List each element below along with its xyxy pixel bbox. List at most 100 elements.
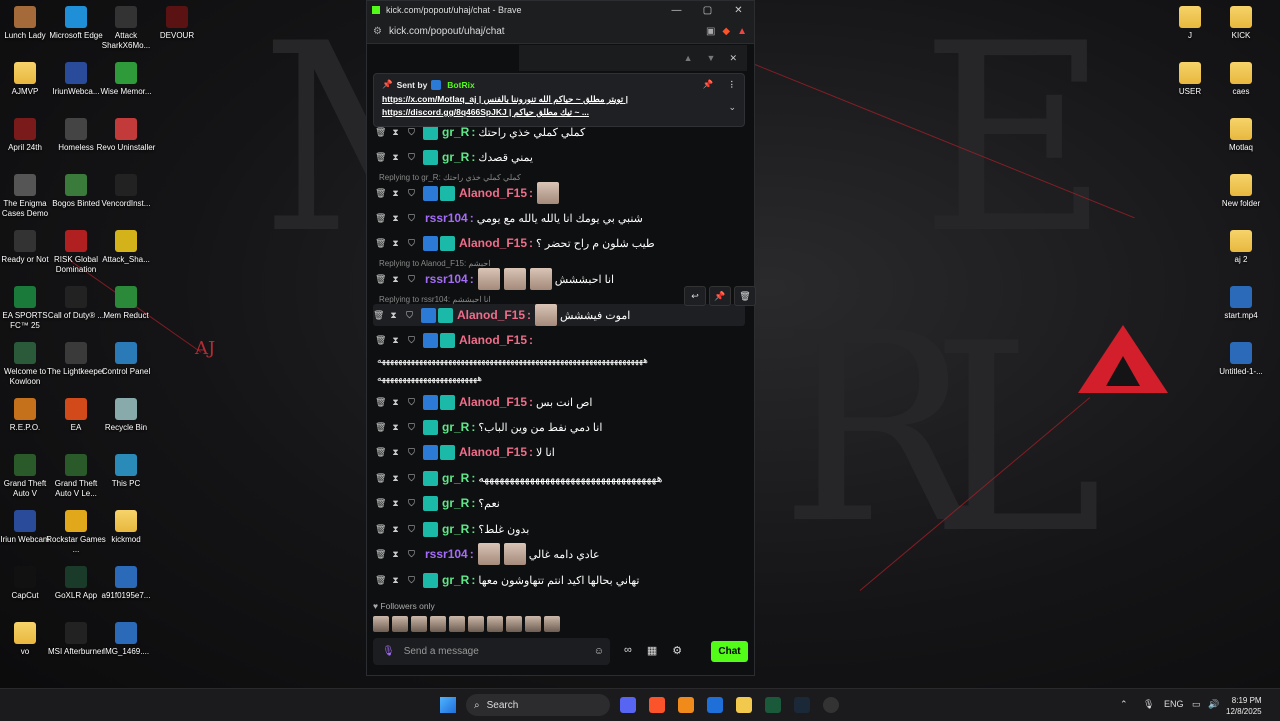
- chat-username[interactable]: gr_R: [442, 496, 469, 510]
- trash-icon[interactable]: 🗑: [375, 498, 386, 508]
- timeout-icon[interactable]: ⧗: [391, 397, 400, 407]
- close-button[interactable]: ✕: [723, 5, 754, 16]
- gift-icon[interactable]: ▦: [647, 644, 657, 657]
- timeout-icon[interactable]: ⧗: [391, 549, 400, 559]
- trash-icon[interactable]: 🗑: [375, 127, 386, 137]
- chat-username[interactable]: gr_R: [442, 150, 469, 164]
- timeout-icon[interactable]: ⧗: [391, 422, 400, 432]
- shield-icon[interactable]: ⛉: [407, 188, 416, 198]
- chevron-down-icon[interactable]: ⌄: [728, 102, 736, 113]
- emoji-icon[interactable]: ☺: [594, 646, 604, 657]
- unpin-icon[interactable]: 📌: [703, 79, 714, 90]
- desktop-icon[interactable]: Untitled-1-...: [1211, 342, 1271, 377]
- site-settings-icon[interactable]: ⚙: [373, 26, 382, 37]
- chat-username[interactable]: Alanod_F15: [459, 333, 527, 347]
- tray-chevron-icon[interactable]: ⌃: [1120, 699, 1128, 710]
- emote-icon[interactable]: [506, 616, 522, 632]
- volume-icon[interactable]: 🔊: [1208, 699, 1219, 710]
- desktop-icon[interactable]: Attack_Sha...: [96, 230, 156, 265]
- timeout-icon[interactable]: ⧗: [391, 524, 400, 534]
- emote-icon[interactable]: [487, 616, 503, 632]
- emote-icon[interactable]: [430, 616, 446, 632]
- timeout-icon[interactable]: ⧗: [391, 575, 400, 585]
- chat-message[interactable]: 🗑 ⧗ ⛉ rssr104: شنبي بي يومك انا يالله يالله …: [375, 207, 745, 229]
- shield-icon[interactable]: ⛉: [407, 213, 416, 223]
- goxlr-icon[interactable]: [765, 697, 781, 713]
- desktop-icon[interactable]: Motlaq: [1211, 118, 1271, 153]
- desktop-icon[interactable]: VencordInst...: [96, 174, 156, 209]
- pinned-message[interactable]: 📌 Sent by BotRix 📌 ⋮ https://x.com/Motla…: [373, 73, 745, 127]
- shield-icon[interactable]: ⛉: [407, 575, 416, 585]
- reply-icon[interactable]: ↩: [684, 286, 706, 306]
- desktop-icon[interactable]: IMG_1469....: [96, 622, 156, 657]
- orange-app-icon[interactable]: [678, 697, 694, 713]
- shield-icon[interactable]: ⛉: [407, 335, 416, 345]
- shield-icon[interactable]: ⛉: [407, 549, 416, 559]
- trash-icon[interactable]: 🗑: [375, 274, 386, 284]
- taskbar-search[interactable]: ⌕ Search: [466, 694, 610, 716]
- timeout-icon[interactable]: ⧗: [389, 310, 398, 320]
- timeout-icon[interactable]: ⧗: [391, 152, 400, 162]
- outlook-icon[interactable]: [707, 697, 723, 713]
- chat-username[interactable]: gr_R: [442, 125, 469, 139]
- desktop-icon[interactable]: caes: [1211, 62, 1271, 97]
- timeout-icon[interactable]: ⧗: [391, 213, 400, 223]
- trash-icon[interactable]: 🗑: [375, 152, 386, 162]
- chat-username[interactable]: Alanod_F15: [459, 395, 527, 409]
- chat-message[interactable]: 🗑 ⧗ ⛉ Alanod_F15: اموت فيششش: [373, 304, 745, 326]
- timeout-icon[interactable]: ⧗: [391, 238, 400, 248]
- chat-username[interactable]: gr_R: [442, 522, 469, 536]
- emote-icon[interactable]: [392, 616, 408, 632]
- trash-icon[interactable]: 🗑: [375, 213, 386, 223]
- emote-icon[interactable]: [373, 616, 389, 632]
- chat-message[interactable]: 🗑 ⧗ ⛉ Alanod_F15:: [375, 182, 745, 204]
- delete-icon[interactable]: 🗑: [734, 286, 756, 306]
- windows-start-icon[interactable]: [440, 697, 456, 713]
- desktop-icon[interactable]: New folder: [1211, 174, 1271, 209]
- desktop-icon[interactable]: DEVOUR: [147, 6, 207, 41]
- minimize-button[interactable]: —: [661, 5, 692, 16]
- network-icon[interactable]: ▭: [1192, 699, 1201, 710]
- find-prev-icon[interactable]: ▲: [684, 53, 693, 63]
- send-chat-button[interactable]: Chat: [711, 641, 748, 662]
- timeout-icon[interactable]: ⧗: [391, 188, 400, 198]
- brave-icon[interactable]: [649, 697, 665, 713]
- url-text[interactable]: kick.com/popout/uhaj/chat: [389, 26, 505, 37]
- chat-message[interactable]: 🗑 ⧗ ⛉ gr_R: نعم؟: [375, 492, 745, 514]
- trash-icon[interactable]: 🗑: [375, 473, 386, 483]
- chat-message[interactable]: 🗑 ⧗ ⛉ gr_R: انا دمي نفط من وين الباب؟: [375, 416, 745, 438]
- chat-message[interactable]: 🗑 ⧗ ⛉ rssr104: عادي دامه غالي: [375, 543, 745, 565]
- desktop-icon[interactable]: Revo Uninstaller: [96, 118, 156, 153]
- emote-icon[interactable]: [468, 616, 484, 632]
- chat-username[interactable]: rssr104: [425, 211, 468, 225]
- more-options-icon[interactable]: ⋮: [728, 79, 737, 90]
- desktop-icon[interactable]: a91f0195e7...: [96, 566, 156, 601]
- timeout-icon[interactable]: ⧗: [391, 335, 400, 345]
- desktop-icon[interactable]: Recycle Bin: [96, 398, 156, 433]
- pinned-line-1[interactable]: https://x.com/Motlaq_aj | تويتر مطلق ~ ح…: [382, 94, 736, 105]
- chat-username[interactable]: Alanod_F15: [459, 445, 527, 459]
- timeout-icon[interactable]: ⧗: [391, 274, 400, 284]
- trash-icon[interactable]: 🗑: [375, 549, 386, 559]
- trash-icon[interactable]: 🗑: [375, 524, 386, 534]
- trash-icon[interactable]: 🗑: [375, 188, 386, 198]
- chat-input[interactable]: 🎙 Send a message ☺: [373, 638, 610, 665]
- shield-icon[interactable]: ⛉: [407, 127, 416, 137]
- trash-icon[interactable]: 🗑: [375, 422, 386, 432]
- shield-icon[interactable]: ⛉: [407, 152, 416, 162]
- chat-username[interactable]: rssr104: [425, 272, 468, 286]
- chat-message[interactable]: 🗑 ⧗ ⛉ Alanod_F15: طيب شلون م راح تحضر ؟: [375, 232, 745, 254]
- desktop-icon[interactable]: Mem Reduct: [96, 286, 156, 321]
- settings-icon[interactable]: ⚙: [672, 644, 682, 657]
- desktop-icon[interactable]: This PC: [96, 454, 156, 489]
- tray-mic-icon[interactable]: 🎙: [1143, 699, 1154, 710]
- chat-message[interactable]: 🗑 ⧗ ⛉ gr_R: يمني قصدك: [375, 146, 745, 168]
- trash-icon[interactable]: 🗑: [375, 447, 386, 457]
- shield-icon[interactable]: ⛉: [407, 524, 416, 534]
- brave-shields-icon[interactable]: ◆: [722, 26, 730, 37]
- emote-icon[interactable]: [525, 616, 541, 632]
- reply-reference[interactable]: Replying to Alanod_F15: احبشم: [379, 259, 490, 268]
- shield-icon[interactable]: ⛉: [407, 473, 416, 483]
- steam-icon[interactable]: [794, 697, 810, 713]
- microphone-icon[interactable]: 🎙: [382, 646, 395, 657]
